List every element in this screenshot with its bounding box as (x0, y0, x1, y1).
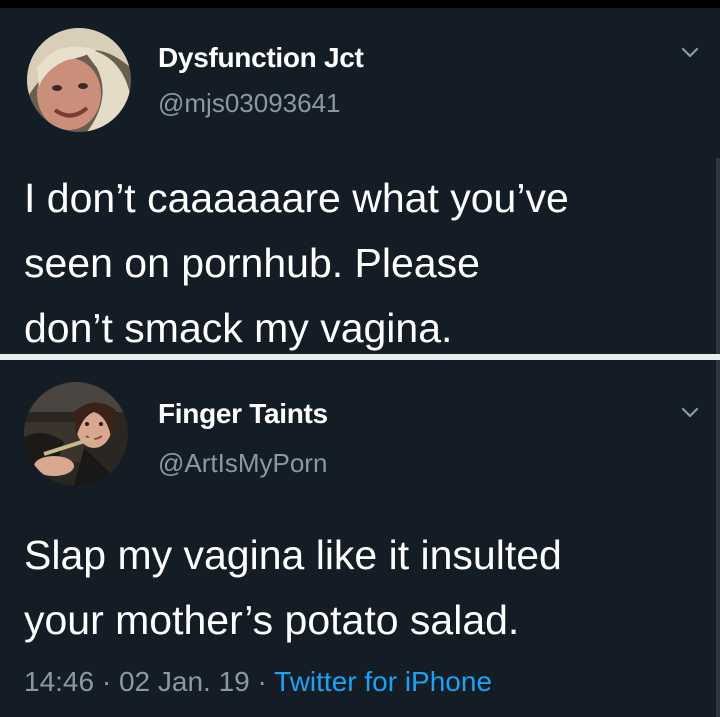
user-handle[interactable]: @mjs03093641 (158, 88, 341, 119)
avatar-image (24, 382, 128, 486)
tweet-time[interactable]: 14:46 (24, 666, 94, 697)
chevron-down-icon[interactable] (678, 400, 702, 424)
tweet-metadata: 14:46 · 02 Jan. 19 · Twitter for iPhone (24, 666, 492, 698)
scrollbar (716, 360, 720, 717)
tweet-text: I don’t caaaaaare what you’ve seen on po… (24, 175, 569, 351)
tweet-date[interactable]: 02 Jan. 19 (119, 666, 250, 697)
scrollbar (716, 158, 720, 354)
tweet-1[interactable]: Dysfunction Jct @mjs03093641 I don’t caa… (0, 8, 720, 354)
separator: · (94, 666, 119, 697)
chevron-down-icon[interactable] (678, 40, 702, 64)
avatar-image (27, 28, 131, 132)
user-handle[interactable]: @ArtIsMyPorn (158, 448, 327, 479)
avatar[interactable] (27, 28, 131, 132)
tweet-text: Slap my vagina like it insulted your mot… (24, 532, 562, 643)
display-name[interactable]: Finger Taints (158, 398, 328, 430)
tweet-source-link[interactable]: Twitter for iPhone (274, 666, 492, 697)
display-name[interactable]: Dysfunction Jct (158, 42, 364, 74)
top-bar (0, 0, 720, 8)
tweet-2[interactable]: Finger Taints @ArtIsMyPorn Slap my vagin… (0, 360, 720, 717)
avatar[interactable] (24, 382, 128, 486)
separator: · (249, 666, 275, 697)
